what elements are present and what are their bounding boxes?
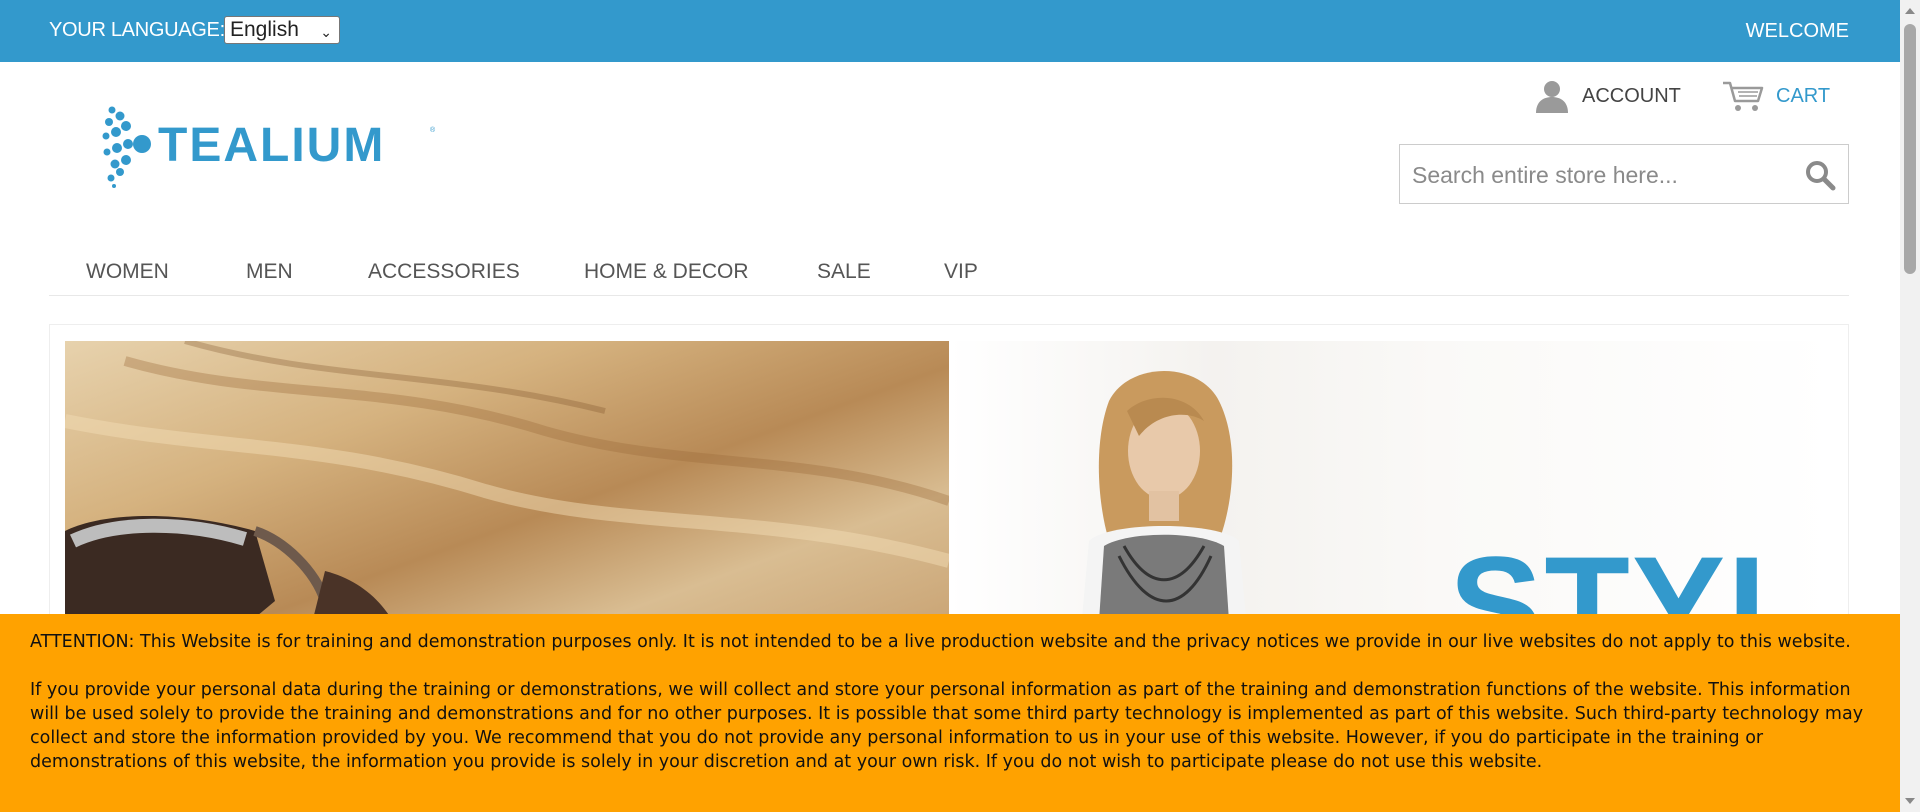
- attention-paragraph-1: ATTENTION: This Website is for training …: [30, 632, 1851, 652]
- cart-icon: [1723, 81, 1764, 111]
- logo-text: TEALIUM: [158, 119, 385, 172]
- main-navigation: WOMEN MEN ACCESSORIES HOME & DECOR SALE …: [49, 256, 1849, 296]
- language-selected-value: English: [230, 18, 299, 41]
- nav-item-vip[interactable]: VIP: [944, 260, 978, 284]
- scrollbar-thumb[interactable]: [1904, 24, 1916, 274]
- banner-slide-sunglasses[interactable]: [65, 341, 949, 643]
- attention-paragraph-2: If you provide your personal data during…: [30, 680, 1864, 772]
- welcome-text: WELCOME: [1745, 20, 1849, 42]
- search-icon[interactable]: [1804, 159, 1836, 191]
- nav-item-sale[interactable]: SALE: [817, 260, 871, 284]
- account-label: ACCOUNT: [1582, 84, 1681, 107]
- nav-item-accessories[interactable]: ACCESSORIES: [368, 260, 520, 284]
- hero-banner: STYL: [49, 324, 1849, 644]
- cart-label: CART: [1776, 84, 1831, 107]
- search-input[interactable]: [1412, 160, 1792, 190]
- banner-slide-stylish[interactable]: STYL: [949, 341, 1835, 643]
- language-label: YOUR LANGUAGE:: [49, 19, 225, 41]
- attention-notice: ATTENTION: This Website is for training …: [0, 614, 1900, 812]
- nav-item-men[interactable]: MEN: [246, 260, 293, 284]
- tealium-logo-icon: TEALIUM ®: [102, 106, 436, 188]
- nav-item-home-decor[interactable]: HOME & DECOR: [584, 260, 749, 284]
- account-link[interactable]: ACCOUNT: [1534, 78, 1681, 114]
- nav-item-women[interactable]: WOMEN: [86, 260, 169, 284]
- cart-link[interactable]: CART: [1722, 78, 1830, 114]
- user-icon: [1536, 81, 1568, 113]
- search-box: [1399, 144, 1849, 204]
- svg-text:®: ®: [430, 126, 436, 134]
- chevron-down-icon: ⌄: [320, 24, 332, 40]
- top-bar: YOUR LANGUAGE: English ⌄ WELCOME: [0, 0, 1900, 62]
- store-logo[interactable]: TEALIUM ®: [100, 102, 440, 188]
- scroll-down-arrow-icon[interactable]: [1905, 798, 1915, 804]
- language-select[interactable]: English ⌄: [224, 16, 340, 44]
- page-scrollbar[interactable]: [1900, 0, 1920, 812]
- woman-sunglasses-image: [65, 341, 949, 643]
- scroll-up-arrow-icon[interactable]: [1905, 8, 1915, 14]
